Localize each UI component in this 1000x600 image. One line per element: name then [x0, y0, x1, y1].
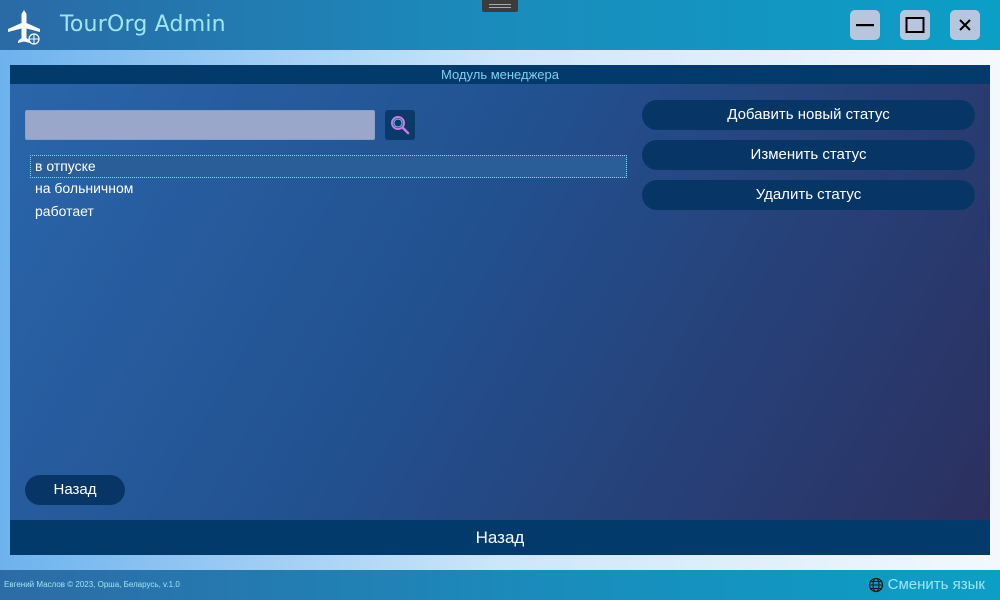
copyright-text: Евгений Маслов © 2023, Орша, Беларусь, v… — [4, 580, 180, 589]
list-item[interactable]: работает — [30, 201, 627, 224]
delete-status-button[interactable]: Удалить статус — [642, 180, 975, 210]
globe-icon — [868, 577, 883, 592]
search-button[interactable] — [385, 110, 415, 140]
module-header: Модуль менеджера — [10, 65, 990, 84]
back-button[interactable]: Назад — [25, 475, 125, 505]
change-language-button[interactable]: Сменить язык — [868, 576, 985, 593]
change-language-label: Сменить язык — [887, 576, 985, 593]
close-icon — [959, 19, 971, 31]
list-item[interactable]: на больничном — [30, 178, 627, 201]
add-status-button[interactable]: Добавить новый статус — [642, 100, 975, 130]
list-item[interactable]: в отпуске — [30, 155, 627, 178]
airplane-logo-icon — [8, 10, 40, 45]
minimize-button[interactable] — [850, 10, 880, 40]
bottom-back-bar[interactable]: Назад — [10, 520, 990, 555]
search-input[interactable] — [25, 110, 375, 140]
footer: Евгений Маслов © 2023, Орша, Беларусь, v… — [0, 570, 1000, 600]
edit-status-button[interactable]: Изменить статус — [642, 140, 975, 170]
title-bar: TourOrg Admin — [0, 0, 1000, 50]
status-list: в отпуске на больничном работает — [30, 155, 627, 224]
manager-module-panel: Модуль менеджера в отпуске на больничном… — [10, 65, 990, 555]
app-title: TourOrg Admin — [60, 12, 226, 37]
maximize-icon — [905, 17, 925, 33]
close-button[interactable] — [950, 10, 980, 40]
window-drag-handle[interactable] — [482, 0, 518, 12]
minimize-icon — [856, 24, 874, 27]
search-icon — [391, 116, 410, 135]
maximize-button[interactable] — [900, 10, 930, 40]
